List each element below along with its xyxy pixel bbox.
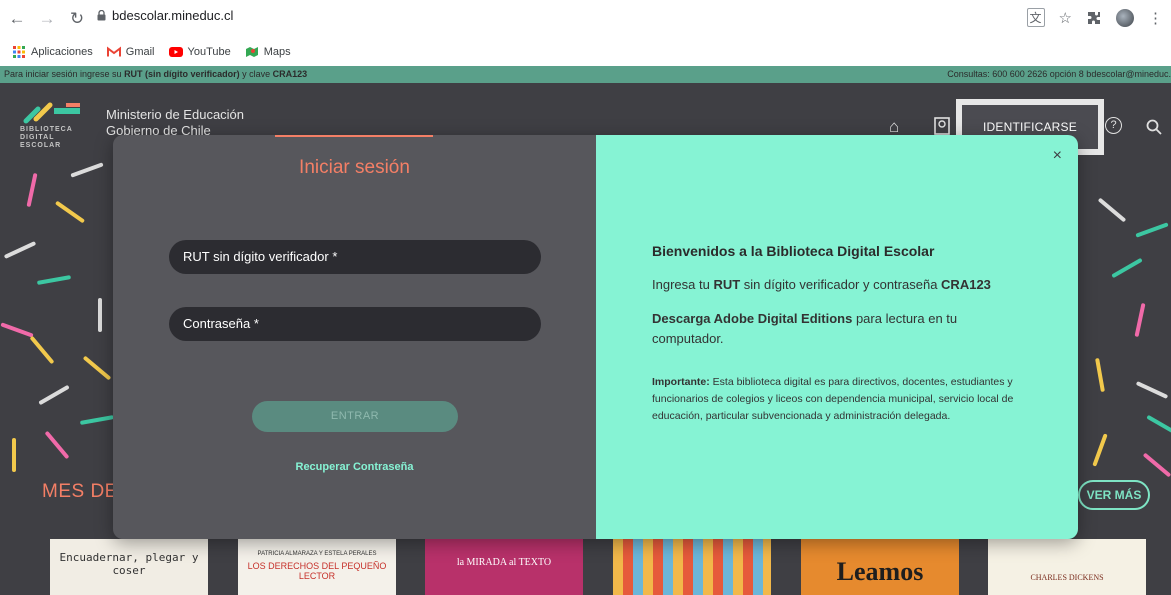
section-title: MES DE xyxy=(42,481,118,502)
youtube-icon xyxy=(168,47,183,57)
biblioteca-digital-logo[interactable] xyxy=(20,99,100,125)
bookmark-label: Aplicaciones xyxy=(31,46,93,58)
book-cover[interactable]: la MIRADA al TEXTO xyxy=(425,539,583,595)
star-icon[interactable]: ☆ xyxy=(1059,9,1072,27)
browser-chrome: ← → ↻ bdescolar.mineduc.cl 文 ☆ ⋮ Aplicac… xyxy=(0,0,1171,66)
hint-code: CRA123 xyxy=(272,69,308,79)
search-icon[interactable] xyxy=(1146,119,1162,135)
bookmark-maps[interactable]: Maps xyxy=(245,46,291,58)
browser-toolbar-icons: 文 ☆ ⋮ xyxy=(1026,8,1163,27)
confetti xyxy=(79,415,115,425)
bookmarks-bar: Aplicaciones Gmail YouTube Maps xyxy=(0,38,1171,66)
confetti xyxy=(1111,257,1143,279)
ministry-line: Ministerio de Educación xyxy=(106,107,245,122)
important-note: Importante: Esta biblioteca digital es p… xyxy=(652,374,1022,425)
bookmark-apps[interactable]: Aplicaciones xyxy=(12,46,93,58)
book-title: CHARLES DICKENS xyxy=(1030,573,1104,582)
confetti xyxy=(70,162,104,178)
confetti xyxy=(29,335,55,365)
translate-icon[interactable]: 文 xyxy=(1026,8,1045,27)
book-title: LOS DERECHOS DEL PEQUEÑO LECTOR xyxy=(247,561,387,581)
confetti xyxy=(1134,302,1146,338)
welcome-panel: × Bienvenidos a la Biblioteca Digital Es… xyxy=(596,135,1078,539)
extensions-icon[interactable] xyxy=(1086,10,1102,26)
confetti xyxy=(54,200,86,224)
login-modal: Iniciar sesión RUT sin dígito verificado… xyxy=(113,135,1078,539)
confetti xyxy=(12,438,16,472)
logo-text: BIBLIOTECA DIGITAL ESCOLAR xyxy=(20,126,73,150)
login-title: Iniciar sesión xyxy=(299,157,410,178)
back-icon[interactable]: ← xyxy=(4,6,30,32)
confetti xyxy=(1135,222,1169,238)
confetti xyxy=(0,322,34,338)
lock-icon[interactable] xyxy=(97,10,106,21)
text: Ingresa tu xyxy=(652,277,714,292)
apps-grid-icon xyxy=(13,46,25,58)
confetti xyxy=(1135,381,1169,399)
entrar-button[interactable]: ENTRAR xyxy=(252,401,458,432)
text: sin dígito verificador y contraseña xyxy=(740,277,942,292)
hint-mid: y clave xyxy=(239,69,273,79)
address-row: ← → ↻ bdescolar.mineduc.cl 文 ☆ ⋮ xyxy=(0,0,1171,38)
hint-prefix: Para iniciar sesión ingrese su xyxy=(4,69,125,79)
welcome-title: Bienvenidos a la Biblioteca Digital Esco… xyxy=(652,243,935,259)
reload-icon[interactable]: ↻ xyxy=(64,6,90,32)
confetti xyxy=(1146,414,1171,436)
bookmark-label: YouTube xyxy=(187,46,231,58)
welcome-instructions: Ingresa tu RUT sin dígito verificador y … xyxy=(652,275,1022,295)
text-bold: RUT xyxy=(713,277,741,292)
logo-line: DIGITAL xyxy=(20,134,55,141)
bookmark-youtube[interactable]: YouTube xyxy=(168,46,231,58)
close-icon[interactable]: × xyxy=(1053,147,1062,165)
login-hint: Para iniciar sesión ingrese su RUT (sin … xyxy=(4,66,307,83)
login-info-bar: Para iniciar sesión ingrese su RUT (sin … xyxy=(0,66,1171,83)
login-form-panel: Iniciar sesión RUT sin dígito verificado… xyxy=(113,135,596,539)
rut-input[interactable]: RUT sin dígito verificador * xyxy=(169,240,541,274)
password-input[interactable]: Contraseña * xyxy=(169,307,541,341)
ver-mas-button[interactable]: VER MÁS xyxy=(1078,480,1150,510)
title-accent-line xyxy=(275,135,433,137)
confetti xyxy=(36,275,72,285)
menu-dots-icon[interactable]: ⋮ xyxy=(1148,9,1163,27)
address-bar[interactable]: bdescolar.mineduc.cl xyxy=(112,8,233,23)
forward-icon[interactable]: → xyxy=(34,6,60,32)
confetti xyxy=(1092,433,1108,467)
confetti xyxy=(38,384,70,406)
book-title: Encuadernar, plegar y coser xyxy=(59,551,199,577)
confetti xyxy=(1095,357,1105,393)
profile-avatar[interactable] xyxy=(1116,8,1134,27)
home-icon[interactable]: ⌂ xyxy=(889,117,899,137)
help-icon[interactable]: ? xyxy=(1105,117,1122,134)
book-authors: PATRICIA ALMARAZA Y ESTELA PERALES xyxy=(257,551,377,557)
book-title: Leamos xyxy=(836,557,924,586)
bookmark-gmail[interactable]: Gmail xyxy=(106,46,155,58)
confetti xyxy=(98,298,102,332)
recover-password-link[interactable]: Recuperar Contraseña xyxy=(113,461,596,473)
confetti xyxy=(1097,197,1127,223)
logo-line: BIBLIOTECA xyxy=(20,126,73,133)
bookmark-book-icon[interactable] xyxy=(934,117,950,135)
confetti xyxy=(3,241,37,259)
bookmark-label: Maps xyxy=(263,46,291,58)
logo-line: ESCOLAR xyxy=(20,142,62,149)
book-cover[interactable] xyxy=(613,539,771,595)
book-cover[interactable]: CHARLES DICKENS xyxy=(988,539,1146,595)
confetti xyxy=(26,172,38,208)
contact-info: Consultas: 600 600 2626 opción 8 bdescol… xyxy=(947,69,1171,79)
text-bold: Importante: xyxy=(652,376,710,388)
download-adobe-text: Descarga Adobe Digital Editions para lec… xyxy=(652,309,1022,349)
maps-icon xyxy=(245,47,258,57)
adobe-link[interactable]: Descarga Adobe Digital Editions xyxy=(652,311,852,326)
confetti xyxy=(44,430,70,460)
gmail-icon xyxy=(106,46,121,57)
book-title: la MIRADA al TEXTO xyxy=(456,557,552,568)
text-bold: CRA123 xyxy=(941,277,991,292)
hint-rut: RUT (sin dígito verificador) xyxy=(124,69,240,79)
book-cover[interactable]: Encuadernar, plegar y coser xyxy=(50,539,208,595)
confetti xyxy=(1142,452,1171,478)
bookmark-label: Gmail xyxy=(125,46,155,58)
book-cover[interactable]: Leamos xyxy=(801,539,959,595)
confetti xyxy=(82,355,112,381)
book-cover[interactable]: PATRICIA ALMARAZA Y ESTELA PERALES LOS D… xyxy=(238,539,396,595)
